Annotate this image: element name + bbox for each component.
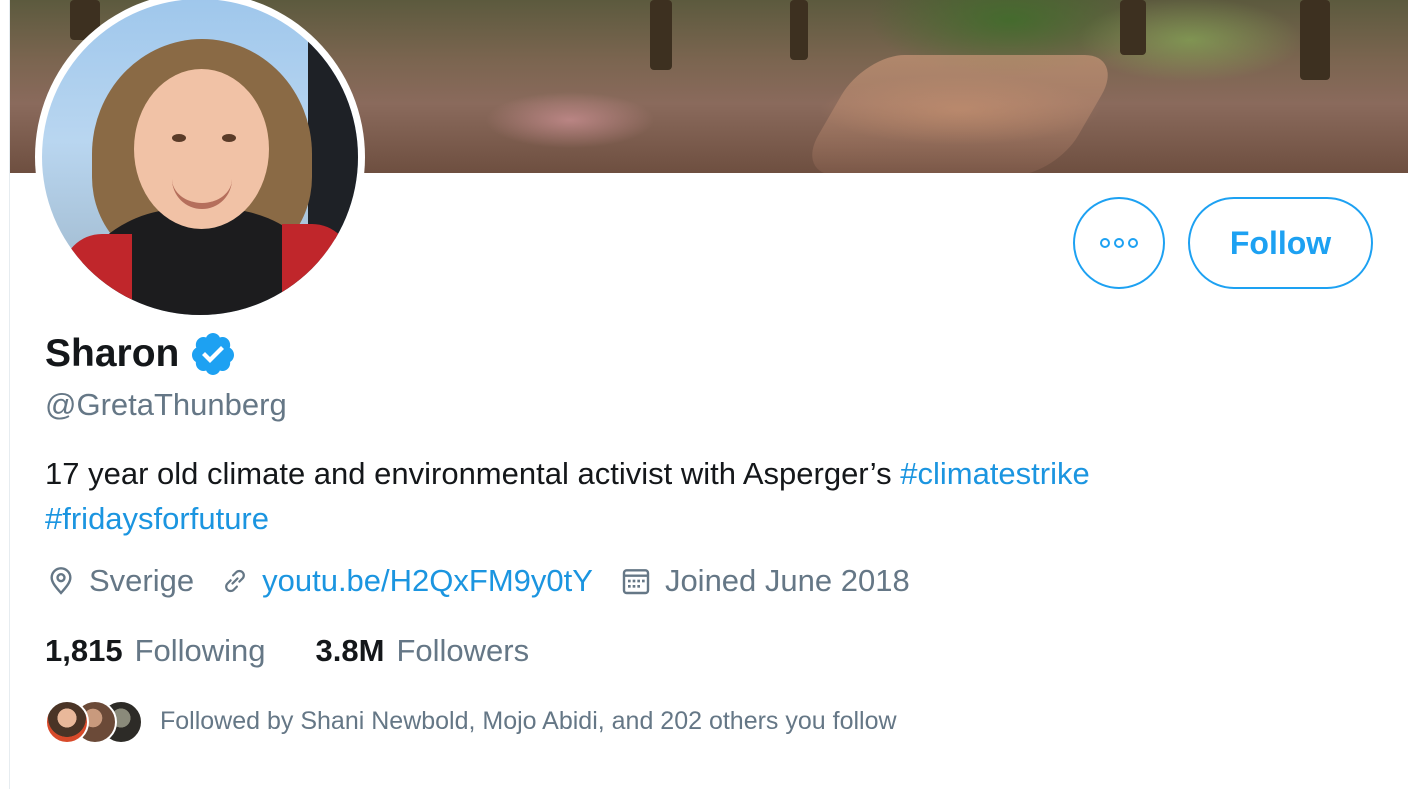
profile-avatar[interactable] [35, 0, 365, 322]
banner-forest-path [795, 55, 1125, 173]
hashtag-link[interactable]: #fridaysforfuture [45, 501, 269, 536]
location-pin-icon [50, 567, 72, 595]
banner-tree-trunk [1120, 0, 1146, 55]
followers-link[interactable]: 3.8M Followers [316, 633, 530, 669]
profile-stats: 1,815 Following 3.8M Followers [45, 633, 579, 669]
followed-by-text: Followed by Shani Newbold, Mojo Abidi, a… [160, 706, 897, 735]
joined-item: Joined June 2018 [619, 563, 910, 599]
profile-name-row: Sharon [45, 330, 237, 378]
more-options-icon [1100, 238, 1138, 248]
avatar-photo [42, 0, 358, 315]
banner-tree-trunk [650, 0, 672, 70]
hashtag-link[interactable]: #climatestrike [900, 456, 1090, 491]
more-options-button[interactable] [1073, 197, 1165, 289]
following-link[interactable]: 1,815 Following [45, 633, 266, 669]
followers-label: Followers [396, 633, 530, 668]
followers-count: 3.8M [315, 633, 385, 668]
profile-name: Sharon [45, 332, 180, 375]
verified-badge-icon [192, 333, 235, 375]
following-count: 1,815 [45, 633, 123, 668]
following-label: Following [134, 633, 266, 668]
profile-bio: 17 year old climate and environmental ac… [45, 451, 1345, 541]
location-item: Sverige [45, 563, 194, 599]
location-text: Sverige [89, 563, 195, 598]
avatar [45, 700, 89, 744]
joined-date: Joined June 2018 [664, 563, 910, 598]
link-icon [225, 569, 246, 593]
followed-by-row[interactable]: Followed by Shani Newbold, Mojo Abidi, a… [45, 700, 897, 744]
followed-by-avatars [45, 700, 143, 744]
profile-meta: Sverige youtu.be/H2QxFM9y0tY Joined June… [45, 563, 936, 599]
follow-button[interactable]: Follow [1188, 197, 1373, 289]
profile-handle: @GretaThunberg [45, 387, 287, 422]
banner-tree-trunk [790, 0, 808, 60]
website-item: youtu.be/H2QxFM9y0tY [220, 563, 593, 599]
bio-text: 17 year old climate and environmental ac… [45, 456, 901, 491]
calendar-icon [622, 569, 650, 595]
banner-tree-trunk [1300, 0, 1330, 80]
website-link[interactable]: youtu.be/H2QxFM9y0tY [262, 563, 593, 599]
